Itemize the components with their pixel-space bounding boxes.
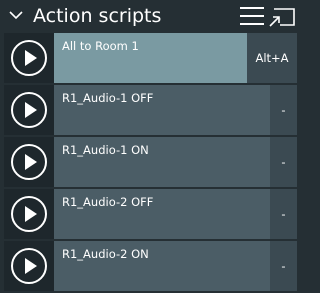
- script-row[interactable]: All to Room 1 Alt+A: [4, 33, 297, 83]
- script-name: All to Room 1: [62, 39, 139, 53]
- play-icon: [11, 92, 47, 128]
- script-name: R1_Audio-1 ON: [62, 143, 149, 157]
- play-icon: [11, 40, 47, 76]
- panel-title: Action scripts: [33, 5, 162, 27]
- play-button[interactable]: [4, 241, 54, 291]
- play-button[interactable]: [4, 33, 54, 83]
- play-button[interactable]: [4, 85, 54, 135]
- hotkey-button[interactable]: -: [270, 241, 297, 291]
- script-row[interactable]: R1_Audio-2 OFF -: [4, 189, 297, 239]
- script-name: R1_Audio-2 OFF: [62, 195, 154, 209]
- hotkey-button[interactable]: Alt+A: [247, 33, 297, 83]
- play-button[interactable]: [4, 137, 54, 187]
- hotkey-button[interactable]: -: [270, 189, 297, 239]
- script-row[interactable]: R1_Audio-1 ON -: [4, 137, 297, 187]
- hotkey-button[interactable]: -: [270, 137, 297, 187]
- script-row[interactable]: R1_Audio-2 ON -: [4, 241, 297, 291]
- play-icon: [11, 248, 47, 284]
- popout-window-icon[interactable]: [268, 6, 296, 28]
- script-name: R1_Audio-2 ON: [62, 247, 149, 261]
- script-row[interactable]: R1_Audio-1 OFF -: [4, 85, 297, 135]
- panel-header: Action scripts: [0, 0, 299, 33]
- hotkey-button[interactable]: -: [270, 85, 297, 135]
- play-button[interactable]: [4, 189, 54, 239]
- hamburger-menu-icon[interactable]: [239, 5, 265, 27]
- chevron-down-icon[interactable]: [8, 9, 24, 21]
- script-name: R1_Audio-1 OFF: [62, 91, 154, 105]
- play-icon: [11, 196, 47, 232]
- play-icon: [11, 144, 47, 180]
